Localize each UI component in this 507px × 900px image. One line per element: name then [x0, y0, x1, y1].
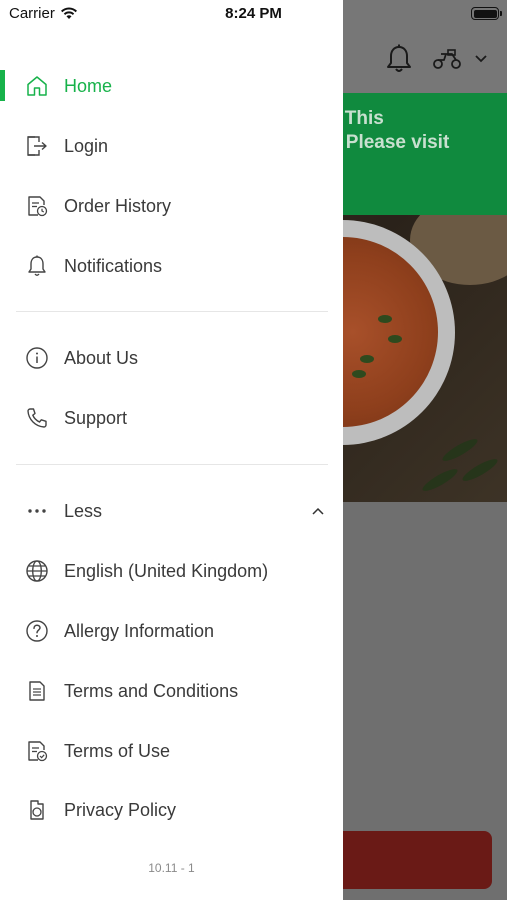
menu-label-home: Home: [64, 75, 113, 96]
header-bell-icon[interactable]: [386, 44, 412, 74]
question-icon: [24, 618, 50, 644]
menu-item-allergy[interactable]: Allergy Information: [0, 603, 343, 659]
menu-item-less[interactable]: Less: [0, 483, 343, 539]
app-version: 10.11 - 1: [148, 861, 195, 875]
receipt-clock-icon: [24, 193, 50, 219]
menu-label-login: Login: [64, 135, 109, 156]
menu-item-language[interactable]: English (United Kingdom): [0, 543, 343, 599]
menu-item-privacy[interactable]: Privacy Policy: [0, 782, 343, 838]
battery-icon: [471, 7, 502, 20]
menu-label-less: Less: [64, 500, 103, 521]
menu-item-terms-use[interactable]: Terms of Use: [0, 723, 343, 779]
chevron-down-icon[interactable]: [474, 54, 488, 64]
menu-item-order-history[interactable]: Order History: [0, 178, 343, 234]
globe-icon: [24, 558, 50, 584]
chevron-up-icon[interactable]: [309, 502, 327, 520]
menu-item-home[interactable]: Home: [0, 58, 343, 114]
bell-icon: [24, 253, 50, 279]
delivery-scooter-icon[interactable]: [432, 48, 462, 70]
privacy-icon: [24, 797, 50, 823]
home-icon: [24, 73, 50, 99]
info-icon: [24, 345, 50, 371]
menu-item-support[interactable]: Support: [0, 390, 343, 446]
login-icon: [24, 133, 50, 159]
menu-divider: [16, 464, 328, 465]
clock: 8:24 PM: [225, 5, 282, 22]
menu-label-terms-conditions: Terms and Conditions: [64, 680, 239, 701]
menu-label-notifications: Notifications: [64, 255, 163, 276]
menu-label-allergy: Allergy Information: [64, 620, 215, 641]
document-check-icon: [24, 738, 50, 764]
menu-label-terms-use: Terms of Use: [64, 740, 171, 761]
status-bar: Carrier 8:24 PM: [0, 0, 507, 30]
ellipsis-icon: [24, 498, 50, 524]
menu-item-login[interactable]: Login: [0, 118, 343, 174]
phone-icon: [24, 405, 50, 431]
menu-item-notifications[interactable]: Notifications: [0, 238, 343, 294]
navigation-drawer: Home Login Order History Notifications A…: [0, 0, 343, 900]
menu-label-support: Support: [64, 407, 128, 428]
menu-item-terms-conditions[interactable]: Terms and Conditions: [0, 663, 343, 719]
document-icon: [24, 678, 50, 704]
checkout-button[interactable]: [320, 831, 492, 889]
menu-label-order-history: Order History: [64, 195, 172, 216]
menu-label-language: English (United Kingdom): [64, 560, 269, 581]
menu-label-about-us: About Us: [64, 347, 139, 368]
menu-label-privacy: Privacy Policy: [64, 799, 177, 820]
menu-divider: [16, 311, 328, 312]
menu-item-about-us[interactable]: About Us: [0, 330, 343, 386]
